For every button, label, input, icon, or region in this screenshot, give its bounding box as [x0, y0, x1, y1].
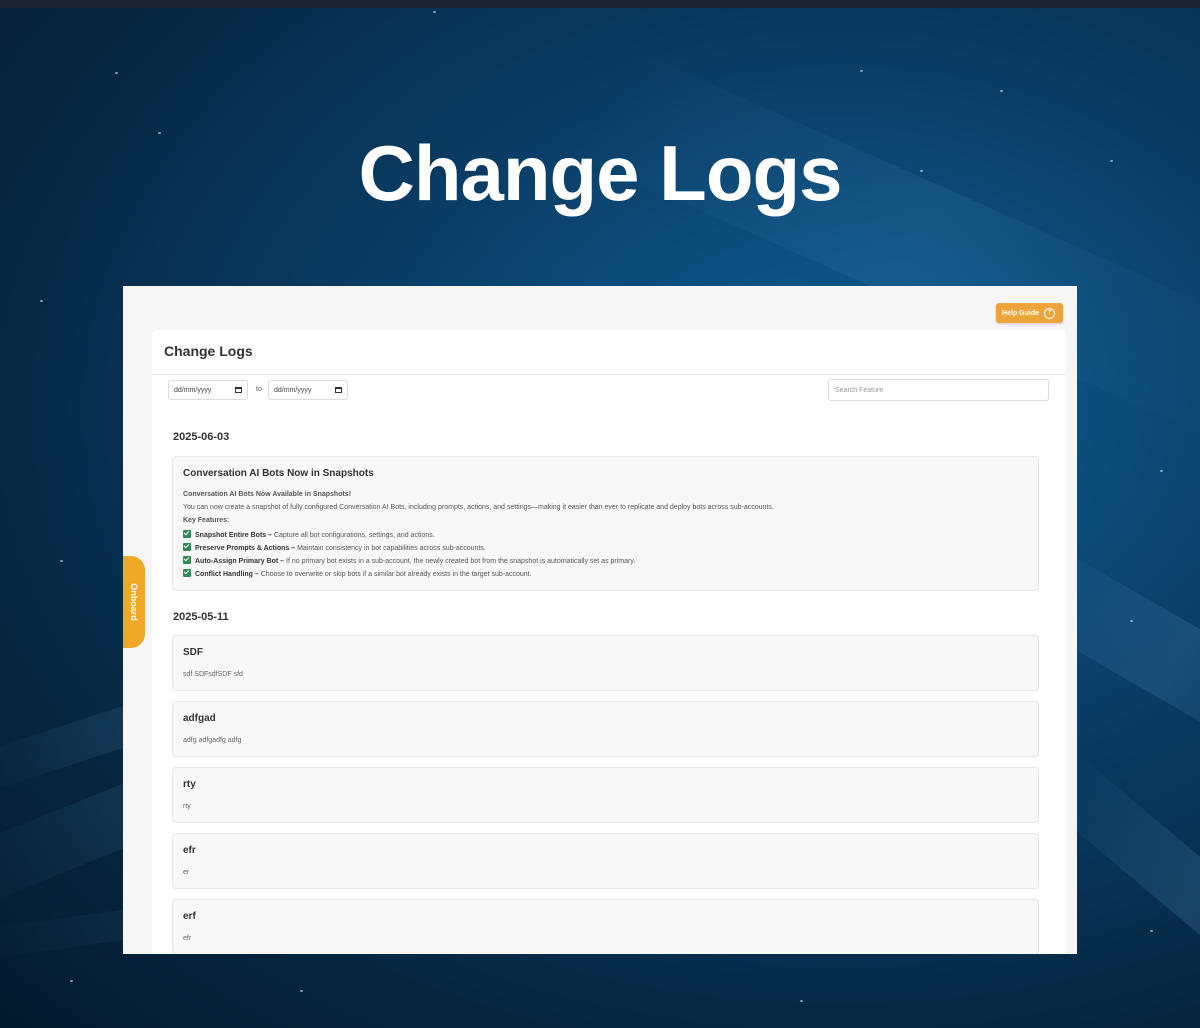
- entry-title: Conversation AI Bots Now in Snapshots: [183, 468, 374, 479]
- entry-description: rty: [183, 803, 191, 810]
- app-screenshot-frame: Help Guide ? Change Logs dd/mm/yyyy to d…: [123, 286, 1077, 954]
- checkbox-checked-icon: [183, 543, 191, 551]
- date-from-input[interactable]: dd/mm/yyyy: [168, 380, 248, 400]
- feature-item: Auto-Assign Primary Bot – If no primary …: [183, 556, 635, 565]
- dust-particle: [60, 560, 63, 562]
- dust-particle: [800, 1000, 803, 1002]
- entry-title: adfgad: [183, 713, 216, 724]
- dust-particle: [115, 72, 118, 74]
- feature-name: Preserve Prompts & Actions –: [195, 545, 296, 552]
- panel-title: Change Logs: [164, 343, 253, 359]
- change-log-entry: erf efr: [172, 899, 1039, 954]
- feature-name: Auto-Assign Primary Bot –: [195, 558, 285, 565]
- entry-description: adfg adfgadfg adfg: [183, 737, 242, 744]
- entry-title: erf: [183, 911, 196, 922]
- feature-item: Preserve Prompts & Actions – Maintain co…: [183, 543, 486, 552]
- help-guide-button[interactable]: Help Guide ?: [996, 303, 1063, 323]
- key-features-label: Key Features:: [183, 517, 230, 524]
- entry-description: sdf SDFsdfSDF sfd: [183, 671, 243, 678]
- entry-description: efr: [183, 935, 192, 942]
- dust-particle: [1000, 90, 1003, 92]
- calendar-icon[interactable]: [335, 387, 342, 393]
- feature-text: If no primary bot exists in a sub-accoun…: [286, 558, 636, 565]
- onboard-tab[interactable]: Onboard: [123, 556, 145, 648]
- checkbox-checked-icon: [183, 556, 191, 564]
- entry-title: rty: [183, 779, 196, 790]
- change-log-entry: rty rty: [172, 767, 1039, 823]
- feature-text: Capture all bot configurations, settings…: [273, 532, 435, 539]
- hero-title: Change Logs: [358, 129, 842, 217]
- feature-name: Snapshot Entire Bots –: [195, 532, 273, 539]
- checkbox-checked-icon: [183, 569, 191, 577]
- feature-item: Snapshot Entire Bots – Capture all bot c…: [183, 530, 435, 539]
- dust-particle: [40, 300, 43, 302]
- change-log-entry: efr er: [172, 833, 1039, 889]
- feature-text: Choose to overwrite or skip bots if a si…: [260, 571, 532, 578]
- change-log-entry: SDF sdf SDFsdfSDF sfd: [172, 635, 1039, 691]
- entry-heading: Conversation AI Bots Now Available in Sn…: [183, 491, 352, 498]
- search-placeholder: Search Feature: [835, 386, 884, 394]
- entry-description: er: [183, 869, 190, 876]
- change-logs-panel: Change Logs dd/mm/yyyy to dd/mm/yyyy Sea…: [152, 330, 1066, 954]
- dust-particle: [1160, 470, 1163, 472]
- help-guide-label: Help Guide: [1002, 309, 1039, 317]
- dust-particle: [300, 990, 303, 992]
- feature-item: Conflict Handling – Choose to overwrite …: [183, 569, 532, 578]
- change-log-entry: adfgad adfg adfgadfg adfg: [172, 701, 1039, 757]
- question-circle-icon: ?: [1044, 307, 1055, 319]
- to-label: to: [256, 386, 262, 393]
- date-heading: 2025-05-11: [173, 611, 229, 623]
- calendar-icon[interactable]: [235, 387, 242, 393]
- checkbox-checked-icon: [183, 530, 191, 538]
- feature-text: Maintain consistency in bot capabilities…: [297, 545, 486, 552]
- dust-particle: [1150, 930, 1153, 932]
- feature-name: Conflict Handling –: [195, 571, 259, 578]
- entry-title: efr: [183, 845, 196, 856]
- dust-particle: [1130, 620, 1133, 622]
- divider: [152, 374, 1066, 375]
- change-log-entry: Conversation AI Bots Now in Snapshots Co…: [172, 456, 1039, 591]
- dust-particle: [860, 70, 863, 72]
- dust-particle: [433, 11, 436, 13]
- search-feature-input[interactable]: Search Feature: [828, 379, 1049, 401]
- dust-particle: [70, 980, 73, 982]
- date-heading: 2025-06-03: [173, 431, 230, 443]
- onboard-label: Onboard: [129, 583, 139, 621]
- date-to-input[interactable]: dd/mm/yyyy: [268, 380, 348, 400]
- date-from-value: dd/mm/yyyy: [174, 386, 212, 394]
- entry-title: SDF: [183, 647, 203, 658]
- entry-intro: You can now create a snapshot of fully c…: [183, 504, 774, 511]
- top-strip: [0, 0, 1200, 8]
- date-to-value: dd/mm/yyyy: [274, 386, 312, 394]
